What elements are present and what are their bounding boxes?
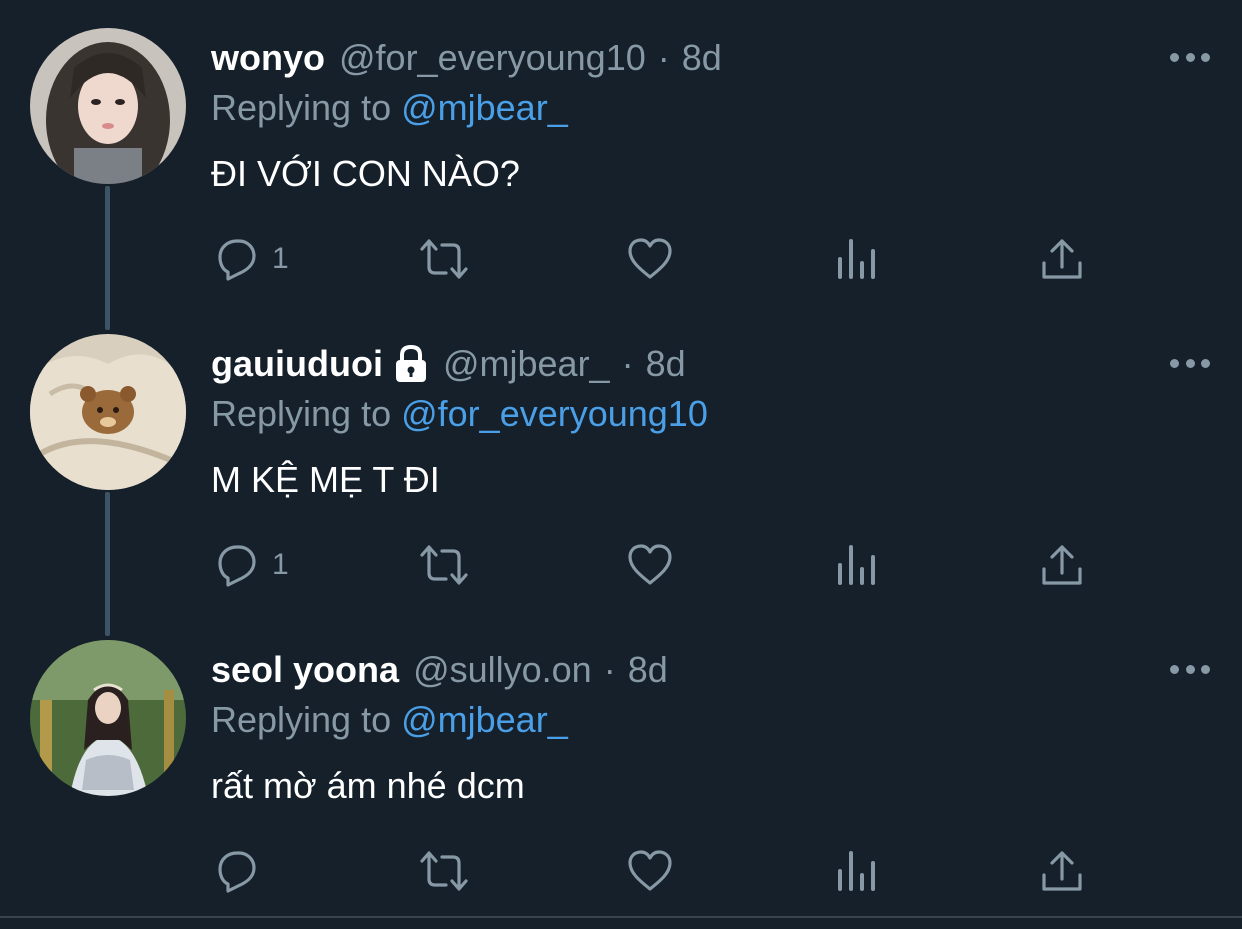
reply-icon bbox=[218, 239, 256, 281]
retweet-icon bbox=[420, 545, 468, 585]
avatar[interactable] bbox=[30, 334, 186, 490]
like-button[interactable] bbox=[626, 540, 674, 590]
replying-to: Replying to @mjbear_ bbox=[211, 698, 568, 742]
analytics-icon bbox=[838, 239, 875, 279]
action-bar: 1 bbox=[0, 212, 1242, 308]
dot-separator: · bbox=[603, 649, 616, 690]
avatar[interactable] bbox=[30, 640, 186, 796]
analytics-icon bbox=[838, 545, 875, 585]
share-icon bbox=[1042, 851, 1082, 891]
action-bar: 1 bbox=[0, 518, 1242, 614]
user-handle[interactable]: @for_everyoung10 bbox=[339, 36, 646, 80]
analytics-button[interactable] bbox=[834, 234, 882, 284]
retweet-icon bbox=[420, 239, 468, 279]
analytics-button[interactable] bbox=[834, 540, 882, 590]
more-icon[interactable] bbox=[1170, 348, 1210, 378]
mention-link[interactable]: @mjbear_ bbox=[401, 87, 568, 128]
retweet-button[interactable] bbox=[416, 234, 472, 284]
display-name[interactable]: wonyo bbox=[211, 36, 325, 80]
display-name[interactable]: gauiuduoi bbox=[211, 342, 383, 386]
heart-icon bbox=[628, 544, 672, 585]
reply-icon bbox=[218, 545, 256, 587]
dot-separator: · bbox=[621, 343, 634, 384]
analytics-button[interactable] bbox=[834, 846, 882, 896]
user-handle[interactable]: @mjbear_ bbox=[443, 342, 610, 386]
share-button[interactable] bbox=[1038, 234, 1086, 284]
bottom-strip bbox=[0, 918, 1242, 929]
tweet[interactable]: seol yoona @sullyo.on · 8d Replying to @… bbox=[0, 612, 1242, 918]
retweet-button[interactable] bbox=[416, 540, 472, 590]
reply-count: 1 bbox=[272, 242, 289, 275]
reply-button[interactable] bbox=[212, 846, 272, 896]
tweet-text: M KỆ MẸ T ĐI bbox=[211, 459, 440, 500]
tweet-text: rất mờ ám nhé dcm bbox=[211, 765, 525, 806]
timestamp[interactable]: 8d bbox=[628, 648, 668, 692]
replying-to: Replying to @for_everyoung10 bbox=[211, 392, 708, 436]
replying-to-label: Replying to bbox=[211, 699, 402, 740]
reply-count: 1 bbox=[272, 548, 289, 581]
tweet-header: seol yoona @sullyo.on · 8d bbox=[211, 648, 668, 692]
conversation-thread: wonyo @for_everyoung10 · 8d Replying to … bbox=[0, 0, 1242, 929]
more-icon[interactable] bbox=[1170, 654, 1210, 684]
timestamp[interactable]: 8d bbox=[682, 36, 722, 80]
replying-to: Replying to @mjbear_ bbox=[211, 86, 568, 130]
dot-separator: · bbox=[657, 37, 670, 78]
mention-link[interactable]: @for_everyoung10 bbox=[401, 393, 708, 434]
share-button[interactable] bbox=[1038, 540, 1086, 590]
retweet-button[interactable] bbox=[416, 846, 472, 896]
tweet[interactable]: wonyo @for_everyoung10 · 8d Replying to … bbox=[0, 0, 1242, 306]
avatar[interactable] bbox=[30, 28, 186, 184]
heart-icon bbox=[628, 850, 672, 891]
mention-link[interactable]: @mjbear_ bbox=[401, 699, 568, 740]
tweet-text: ĐI VỚI CON NÀO? bbox=[211, 153, 520, 194]
avatar-image bbox=[30, 334, 186, 490]
heart-icon bbox=[628, 238, 672, 279]
analytics-icon bbox=[838, 851, 875, 891]
action-bar bbox=[0, 824, 1242, 920]
timestamp[interactable]: 8d bbox=[646, 342, 686, 386]
avatar-image bbox=[30, 28, 186, 184]
reply-icon bbox=[218, 851, 256, 893]
avatar-image bbox=[30, 640, 186, 796]
user-handle[interactable]: @sullyo.on bbox=[413, 648, 592, 692]
like-button[interactable] bbox=[626, 846, 674, 896]
tweet[interactable]: gauiuduoi @mjbear_ · 8d Replying to @for… bbox=[0, 306, 1242, 612]
more-icon[interactable] bbox=[1170, 42, 1210, 72]
share-button[interactable] bbox=[1038, 846, 1086, 896]
tweet-header: wonyo @for_everyoung10 · 8d bbox=[211, 36, 722, 80]
replying-to-label: Replying to bbox=[211, 393, 402, 434]
share-icon bbox=[1042, 545, 1082, 585]
share-icon bbox=[1042, 239, 1082, 279]
replying-to-label: Replying to bbox=[211, 87, 402, 128]
tweet-header: gauiuduoi @mjbear_ · 8d bbox=[211, 342, 686, 386]
reply-button[interactable]: 1 bbox=[212, 540, 289, 590]
reply-button[interactable]: 1 bbox=[212, 234, 289, 284]
lock-icon bbox=[393, 344, 429, 384]
display-name[interactable]: seol yoona bbox=[211, 648, 399, 692]
like-button[interactable] bbox=[626, 234, 674, 284]
retweet-icon bbox=[420, 851, 468, 891]
